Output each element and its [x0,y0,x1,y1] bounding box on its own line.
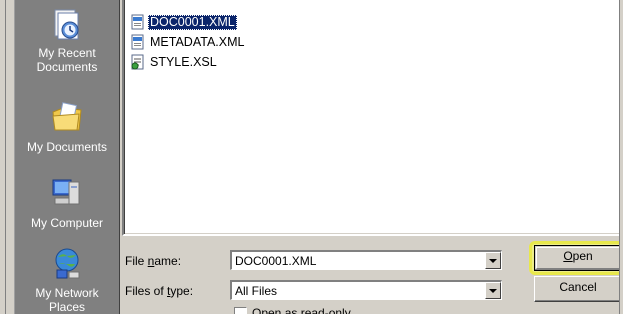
my-computer-icon [52,179,80,205]
readonly-checkbox[interactable] [234,306,247,314]
dropdown-arrow-icon[interactable] [485,282,501,299]
file-name: DOC0001.XML [148,14,237,30]
file-name-input[interactable]: DOC0001.XML [235,253,316,269]
file-name-combobox[interactable]: DOC0001.XML [230,250,502,270]
file-item-doc0001[interactable]: DOC0001.XML [130,14,237,30]
open-readonly-option[interactable]: Open as read-only [234,306,351,314]
dropdown-arrow-icon[interactable] [485,252,501,269]
file-list[interactable]: DOC0001.XML METADATA.XML STYLE.XSL [122,0,619,236]
cancel-button[interactable]: Cancel [534,276,619,302]
place-label: My Recent Documents [36,46,98,74]
place-my-computer[interactable]: My Computer [15,176,119,230]
xml-file-icon [131,14,144,30]
place-my-network-places[interactable]: My Network Places [15,246,119,314]
recent-documents-icon [54,9,79,40]
file-type-select[interactable]: All Files [230,280,502,300]
readonly-label: Open as read-only [252,306,351,314]
file-type-label: Files of type: [125,284,194,298]
xml-file-icon [131,34,144,50]
place-my-recent-documents[interactable]: My Recent Documents [15,6,119,74]
file-type-value: All Files [235,284,278,298]
open-button[interactable]: Open [534,245,619,271]
xsl-file-icon [131,54,144,70]
place-label: My Network Places [35,286,99,314]
file-item-metadata[interactable]: METADATA.XML [130,34,246,50]
file-item-style[interactable]: STYLE.XSL [130,54,219,70]
file-name-label: File name: [125,254,182,268]
file-name: STYLE.XSL [150,54,217,69]
my-documents-icon [52,102,82,131]
file-name: METADATA.XML [150,34,245,49]
places-bar: My Recent Documents My Documents My Comp… [14,0,120,314]
open-file-dialog: My Recent Documents My Documents My Comp… [5,0,620,314]
place-my-documents[interactable]: My Documents [15,100,119,154]
place-label: My Documents [26,140,108,154]
network-places-icon [55,248,80,279]
place-label: My Computer [30,216,104,230]
